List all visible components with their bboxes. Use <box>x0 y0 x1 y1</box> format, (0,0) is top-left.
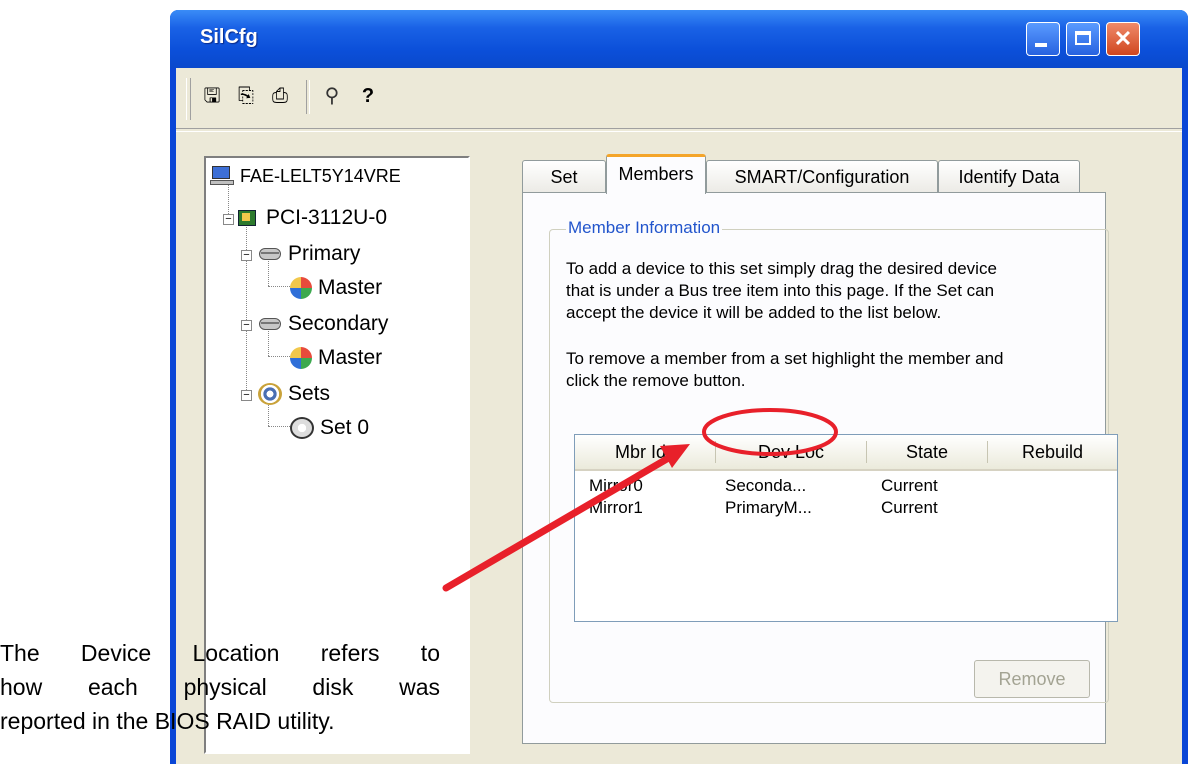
toolbar-divider <box>176 128 1182 132</box>
instruction-line: click the remove button. <box>566 371 746 390</box>
table-row[interactable]: Mirror0 Seconda... Current <box>575 475 1117 497</box>
group-title: Member Information <box>566 218 723 238</box>
disk-device-icon <box>290 277 312 300</box>
copy-icon: ⎘ <box>238 85 254 107</box>
controller-card-icon <box>236 207 260 229</box>
tree-item-label: Master <box>318 346 383 369</box>
find-icon: ⚲ <box>324 85 340 107</box>
cell-mbr-idx: Mirror1 <box>589 498 643 517</box>
tree-item-label: Primary <box>288 242 361 265</box>
list-header: Mbr Idx Dev Loc State Rebuild <box>575 435 1117 471</box>
members-tab-panel: Member Information To add a device to th… <box>522 192 1118 744</box>
instruction-remove: To remove a member from a set highlight … <box>566 348 1116 392</box>
tree-item-label: PCI-3112U-0 <box>266 206 387 229</box>
table-row[interactable]: Mirror1 PrimaryM... Current <box>575 497 1117 519</box>
members-list[interactable]: Mbr Idx Dev Loc State Rebuild Mirror0 Se… <box>574 434 1118 622</box>
minimize-icon <box>1035 43 1047 47</box>
maximize-button[interactable] <box>1066 22 1100 56</box>
help-button[interactable]: ? <box>354 82 382 110</box>
print-icon: ⎙ <box>272 85 288 107</box>
window-title: SilCfg <box>200 26 258 48</box>
tree-item-label: Master <box>318 276 383 299</box>
column-header-dev-loc[interactable]: Dev Loc <box>716 435 866 469</box>
tree-item-secondary-master[interactable]: Master <box>290 344 382 372</box>
copy-button[interactable]: ⎘ <box>232 82 260 110</box>
cell-dev-loc: PrimaryM... <box>725 498 812 517</box>
tree-item-label: FAE-LELT5Y14VRE <box>240 166 401 186</box>
close-icon: ✕ <box>1113 26 1133 51</box>
save-button[interactable]: 🖫 <box>198 82 226 110</box>
minimize-button[interactable] <box>1026 22 1060 56</box>
bus-icon <box>258 313 282 335</box>
annotation-text: The Device Location refers to how each p… <box>0 636 440 738</box>
instruction-line: To add a device to this set simply drag … <box>566 259 997 278</box>
instruction-line: To remove a member from a set highlight … <box>566 349 1004 368</box>
column-header-state[interactable]: State <box>867 435 987 469</box>
help-icon: ? <box>361 85 375 107</box>
bus-icon <box>258 243 282 265</box>
instruction-add: To add a device to this set simply drag … <box>566 258 1116 324</box>
cell-dev-loc: Seconda... <box>725 476 807 495</box>
column-header-rebuild[interactable]: Rebuild <box>988 435 1117 469</box>
annotation-line: The Device Location refers to <box>0 640 440 666</box>
collapse-toggle[interactable]: − <box>241 250 252 261</box>
tab-smart-configuration[interactable]: SMART/Configuration <box>706 160 938 192</box>
tree-item-controller[interactable]: PCI-3112U-0 <box>236 204 387 232</box>
cell-state: Current <box>881 476 938 495</box>
cell-state: Current <box>881 498 938 517</box>
remove-button[interactable]: Remove <box>974 660 1090 698</box>
tree-item-computer[interactable]: FAE-LELT5Y14VRE <box>210 162 401 190</box>
tree-item-primary-master[interactable]: Master <box>290 274 382 302</box>
tree-item-primary[interactable]: Primary <box>258 240 360 268</box>
tree-item-secondary[interactable]: Secondary <box>258 310 388 338</box>
instruction-line: that is under a Bus tree item into this … <box>566 281 995 300</box>
set-icon <box>290 417 314 440</box>
collapse-toggle[interactable]: − <box>223 214 234 225</box>
toolbar-separator <box>306 80 310 114</box>
maximize-icon <box>1075 31 1091 45</box>
tree-item-label: Sets <box>288 382 331 405</box>
tab-set[interactable]: Set <box>522 160 606 192</box>
collapse-toggle[interactable]: − <box>241 390 252 401</box>
tree-item-label: Set 0 <box>320 416 370 439</box>
cell-mbr-idx: Mirror0 <box>589 476 643 495</box>
computer-icon <box>210 165 234 187</box>
toolbar: 🖫 ⎘ ⎙ ⚲ ? <box>176 68 1182 126</box>
collapse-toggle[interactable]: − <box>241 320 252 331</box>
disk-device-icon <box>290 347 312 370</box>
print-button[interactable]: ⎙ <box>266 82 294 110</box>
tree-item-sets[interactable]: Sets <box>258 380 330 408</box>
column-header-mbr-idx[interactable]: Mbr Idx <box>575 435 715 469</box>
tree-item-set0[interactable]: Set 0 <box>290 414 369 442</box>
annotation-line: reported in the BIOS RAID utility. <box>0 708 335 734</box>
tree-item-label: Secondary <box>288 312 389 335</box>
find-button[interactable]: ⚲ <box>318 82 346 110</box>
title-bar[interactable]: SilCfg ✕ <box>170 10 1188 68</box>
sets-icon <box>258 383 282 406</box>
annotation-line: how each physical disk was <box>0 674 440 700</box>
tab-identify-data[interactable]: Identify Data <box>938 160 1080 192</box>
tab-members[interactable]: Members <box>606 154 706 194</box>
member-information-group: Member Information To add a device to th… <box>549 218 1118 703</box>
instruction-line: accept the device it will be added to th… <box>566 303 942 322</box>
close-button[interactable]: ✕ <box>1106 22 1140 56</box>
save-icon: 🖫 <box>203 85 221 107</box>
toolbar-grip[interactable] <box>186 78 191 120</box>
